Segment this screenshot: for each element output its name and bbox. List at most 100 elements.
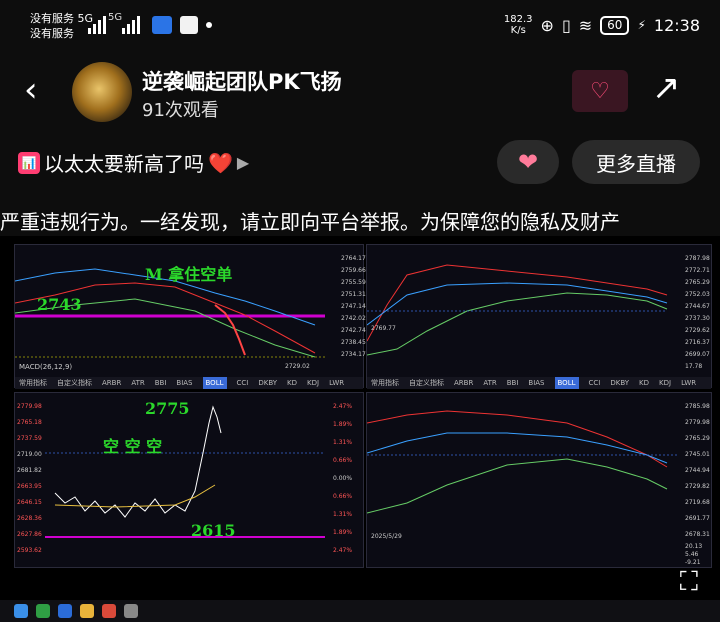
tab[interactable]: ARBR [102, 377, 121, 389]
axis-label: 2765.29 [685, 279, 710, 286]
tab[interactable]: CCI [237, 377, 249, 389]
tab-active[interactable]: BOLL [554, 377, 579, 389]
tab[interactable]: LWR [329, 377, 344, 389]
app-notify-icon [152, 16, 172, 34]
axis-label: 2752.03 [685, 291, 710, 298]
tab[interactable]: 自定义指标 [409, 377, 444, 389]
tab-active[interactable]: BOLL [202, 377, 227, 389]
app-icon[interactable] [124, 604, 138, 618]
axis-label: 2747.14 [341, 303, 366, 310]
indicator-tabs[interactable]: 常用指标 自定义指标 ARBR ATR BBI BIAS BOLL CCI DKBY KD KDJ L… [367, 377, 711, 389]
axis-label: 2742.74 [341, 327, 366, 334]
chart-panel-top-left: M 拿住空单 2743 2764.17 2759.66 2755.59 2751… [14, 244, 366, 389]
carrier-text-2: 没有服务 [30, 27, 74, 40]
live-header: ‹ 逆袭崛起团队PK飞扬 91次观看 ♡ ↗ [0, 60, 720, 130]
tab[interactable]: DKBY [258, 377, 277, 389]
tab[interactable]: KD [287, 377, 297, 389]
annotation-empty: 空 空 空 [103, 437, 163, 456]
network-5g-label: 5G [108, 12, 123, 23]
tab[interactable]: ATR [483, 377, 496, 389]
app-icon[interactable] [36, 604, 50, 618]
share-icon[interactable]: ↗ [652, 68, 681, 108]
app-icon[interactable] [102, 604, 116, 618]
tab[interactable]: ARBR [454, 377, 473, 389]
annotation-short-hold: M 拿住空单 [145, 265, 233, 284]
carrier-text: 没有服务 5G [30, 12, 94, 25]
axis-label: 2759.66 [341, 267, 366, 274]
tab[interactable]: BIAS [176, 377, 192, 389]
topic-text: 以太太要新高了吗 [44, 152, 204, 176]
start-icon[interactable] [14, 604, 28, 618]
axis-label: 1.89% [333, 529, 353, 536]
folder-icon[interactable] [80, 604, 94, 618]
play-icon: ▶ [236, 153, 250, 172]
axis-label: 2734.17 [341, 351, 366, 358]
axis-label: 0.00% [333, 475, 353, 482]
view-count: 91次观看 [142, 100, 219, 121]
windows-taskbar [0, 600, 720, 622]
tab[interactable]: DKBY [610, 377, 629, 389]
axis-label: 2755.59 [341, 279, 366, 286]
app-icon[interactable] [58, 604, 72, 618]
follow-heart-button[interactable]: ♡ [572, 70, 628, 112]
tab[interactable]: KDJ [659, 377, 671, 389]
axis-label: 2769.77 [371, 325, 396, 332]
chart-icon: 📊 [18, 151, 40, 174]
axis-label: 2646.15 [17, 499, 42, 506]
axis-label: 2738.45 [341, 339, 366, 346]
axis-label: 2737.30 [685, 315, 710, 322]
tab[interactable]: KDJ [307, 377, 319, 389]
axis-label: 2681.82 [17, 467, 42, 474]
person-heart-icon: ♡ [590, 78, 610, 104]
axis-label: 2678.31 [685, 531, 710, 538]
streamer-name[interactable]: 逆袭崛起团队PK飞扬 [142, 66, 342, 96]
back-arrow-icon[interactable]: ‹ [24, 72, 38, 108]
candle-chart [367, 264, 668, 356]
tab[interactable]: 常用指标 [371, 377, 399, 389]
axis-label: 2628.36 [17, 515, 42, 522]
tab[interactable]: LWR [681, 377, 696, 389]
tab[interactable]: CCI [589, 377, 601, 389]
axis-label: 2593.62 [17, 547, 42, 554]
tab[interactable]: KD [639, 377, 649, 389]
axis-label: 2744.94 [685, 467, 710, 474]
charging-icon: ⚡ [637, 18, 646, 32]
heart-icon: ❤️ [208, 150, 233, 175]
wifi-icon: ≋ [578, 15, 593, 35]
tab[interactable]: 常用指标 [19, 377, 47, 389]
warning-marquee: 严重违规行为。一经发现，请立即向平台举报。为保障您的隐私及财产 [0, 210, 620, 234]
signal-icon [88, 14, 106, 34]
axis-label: 1.89% [333, 421, 353, 428]
more-live-button[interactable]: 更多直播 [572, 140, 700, 184]
heart-hands-button[interactable]: ❤ [497, 140, 559, 184]
live-topic[interactable]: 📊 以太太要新高了吗 ❤️ ▶ [18, 148, 249, 177]
indicator-tabs[interactable]: 常用指标 自定义指标 ARBR ATR BBI BIAS BOLL CCI DKBY KD KDJ L… [15, 377, 363, 389]
axis-label: 2745.01 [685, 451, 710, 458]
tab[interactable]: BBI [155, 377, 167, 389]
tab[interactable]: BIAS [528, 377, 544, 389]
axis-label: 2785.98 [685, 403, 710, 410]
axis-label: 17.78 [685, 363, 703, 370]
dot-icon [206, 22, 212, 28]
fullscreen-icon[interactable]: ⛶ [680, 567, 698, 598]
axis-label: 5.46 [685, 551, 699, 558]
axis-label: 2744.67 [685, 303, 710, 310]
tab[interactable]: ATR [131, 377, 144, 389]
axis-label: 2719.00 [17, 451, 42, 458]
axis-label: 2764.17 [341, 255, 366, 262]
intraday-chart [45, 405, 325, 538]
avatar[interactable] [72, 62, 132, 122]
axis-label: 2779.98 [17, 403, 42, 410]
axis-label: 2691.77 [685, 515, 710, 522]
axis-label: 2737.59 [17, 435, 42, 442]
axis-label: 2765.29 [685, 435, 710, 442]
app-notify-icon-2 [180, 16, 198, 34]
tab[interactable]: 自定义指标 [57, 377, 92, 389]
axis-label: -9.21 [685, 559, 701, 566]
axis-label: 2787.98 [685, 255, 710, 262]
shared-screen: M 拿住空单 2743 2764.17 2759.66 2755.59 2751… [0, 236, 720, 622]
axis-label: 2627.86 [17, 531, 42, 538]
axis-label: 1.31% [333, 511, 353, 518]
tab[interactable]: BBI [507, 377, 519, 389]
axis-label: 1.31% [333, 439, 353, 446]
